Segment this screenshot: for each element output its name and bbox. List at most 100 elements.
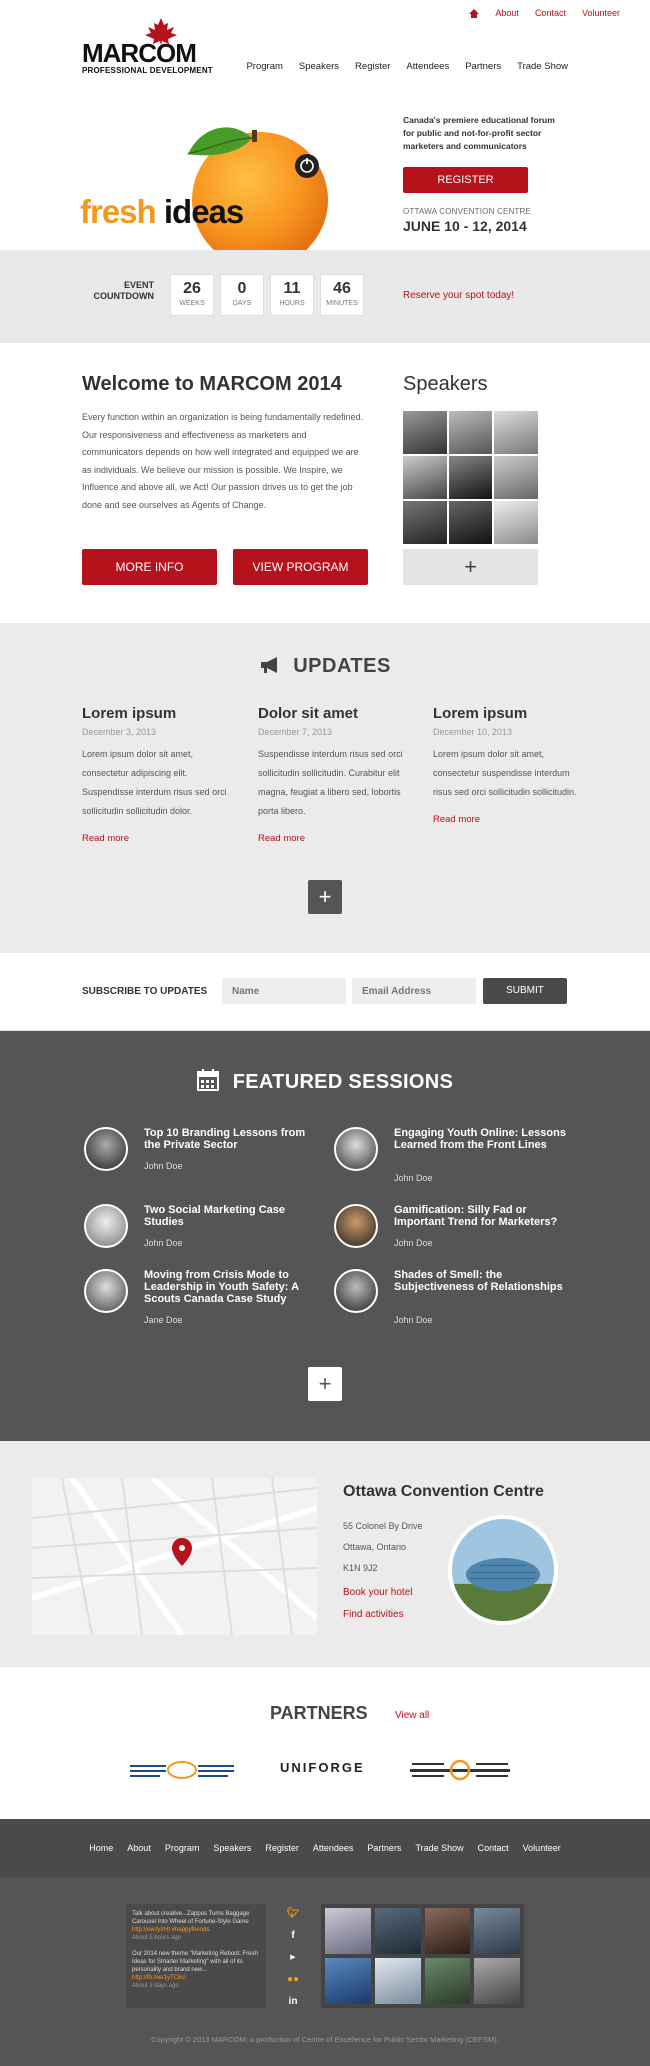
speaker-photo[interactable] [494, 456, 538, 499]
welcome-body: Every function within an organization is… [82, 412, 364, 510]
update-item: Lorem ipsum December 3, 2013 Lorem ipsum… [82, 705, 232, 844]
gallery-photo[interactable] [325, 1908, 371, 1954]
tweet-link[interactable]: http://fb.me/1yTC6sl [132, 1974, 260, 1982]
megaphone-icon [261, 657, 278, 673]
view-all-partners-link[interactable]: View all [395, 1710, 429, 1721]
session-title[interactable]: Top 10 Branding Lessons from the Private… [144, 1127, 324, 1151]
footer-link-program[interactable]: Program [165, 1843, 200, 1853]
featured-title: FEATURED SESSIONS [232, 1071, 454, 1093]
youtube-icon[interactable]: ▶ [286, 1951, 300, 1965]
submit-button[interactable]: SUBMIT [483, 978, 567, 1004]
address-line: 55 Colonel By Drive [343, 1521, 423, 1531]
speaker-photo[interactable] [494, 411, 538, 454]
hero-dates: JUNE 10 - 12, 2014 [403, 218, 527, 234]
view-program-button[interactable]: VIEW PROGRAM [233, 549, 368, 585]
reserve-spot-link[interactable]: Reserve your spot today! [403, 290, 514, 301]
read-more-link[interactable]: Read more [258, 833, 408, 844]
footer-link-trade-show[interactable]: Trade Show [415, 1843, 463, 1853]
tweet-text: Talk about creative...Zappos Turns Bagga… [132, 1911, 250, 1925]
session-title[interactable]: Shades of Smell: the Subjectiveness of R… [394, 1269, 574, 1293]
hero-ideas: ideas [163, 193, 244, 230]
session-speaker: John Doe [394, 1315, 433, 1325]
update-item: Lorem ipsum December 10, 2013 Lorem ipsu… [433, 705, 583, 825]
session-title[interactable]: Engaging Youth Online: Lessons Learned f… [394, 1127, 574, 1151]
register-button[interactable]: REGISTER [403, 167, 528, 193]
session-speaker: John Doe [144, 1161, 183, 1171]
countdown-boxes: 26 WEEKS 0 DAYS 11 HOURS 46 MINUTES [170, 274, 364, 316]
session-speaker: John Doe [394, 1238, 433, 1248]
speaker-photo[interactable] [494, 501, 538, 544]
footer-link-contact[interactable]: Contact [478, 1843, 509, 1853]
gallery-photo[interactable] [474, 1908, 520, 1954]
site-footer: Talk about creative...Zappos Turns Bagga… [0, 1877, 650, 2066]
countdown-unit: WEEKS [179, 300, 205, 307]
countdown-value: 0 [237, 280, 247, 297]
home-icon[interactable] [469, 8, 480, 18]
tweet-link[interactable]: http://ow.ly/rHt #happyfriends [132, 1926, 260, 1934]
footer-link-speakers[interactable]: Speakers [213, 1843, 251, 1853]
gallery-photo[interactable] [374, 1908, 421, 1954]
gallery-photo[interactable] [474, 1958, 520, 2004]
more-speakers-button[interactable]: + [403, 549, 538, 585]
footer-link-attendees[interactable]: Attendees [313, 1843, 354, 1853]
nav-speakers[interactable]: Speakers [299, 61, 339, 72]
countdown-title: EVENT COUNTDOWN [82, 280, 155, 302]
speaker-photo[interactable] [403, 501, 447, 544]
speaker-photo[interactable] [448, 501, 493, 544]
nav-attendees[interactable]: Attendees [406, 61, 449, 72]
util-link-about[interactable]: About [495, 8, 519, 18]
welcome-title: Welcome to MARCOM 2014 [82, 373, 342, 395]
venue-map[interactable] [32, 1478, 317, 1635]
email-input[interactable] [352, 978, 476, 1004]
uniforge-logo[interactable]: UNIFORGE [280, 1760, 365, 1775]
tweet-text: Our 2014 new theme "Marketing Reboot: Fr… [132, 1951, 258, 1973]
countdown-title-line1: EVENT [123, 280, 154, 290]
linkedin-icon[interactable]: in [286, 1995, 300, 2009]
footer-nav: Home About Program Speakers Register Att… [0, 1819, 650, 1877]
find-activities-link[interactable]: Find activities [343, 1609, 404, 1620]
nav-trade-show[interactable]: Trade Show [517, 61, 568, 72]
speaker-photo[interactable] [448, 411, 493, 454]
nav-register[interactable]: Register [355, 61, 390, 72]
session-speaker: John Doe [394, 1173, 433, 1183]
nav-program[interactable]: Program [246, 61, 282, 72]
gallery-photo[interactable] [374, 1958, 421, 2004]
more-info-button[interactable]: MORE INFO [82, 549, 217, 585]
communications-centre-logo[interactable] [410, 1757, 510, 1783]
subscribe-bar: SUBSCRIBE TO UPDATES SUBMIT [0, 953, 650, 1031]
updates-title: UPDATES [293, 655, 391, 677]
session-title[interactable]: Gamification: Silly Fad or Important Tre… [394, 1204, 574, 1228]
session-title[interactable]: Moving from Crisis Mode to Leadership in… [144, 1269, 324, 1305]
footer-link-register[interactable]: Register [265, 1843, 299, 1853]
speaker-photo[interactable] [403, 456, 447, 499]
cepsm-logo[interactable] [130, 1757, 235, 1783]
facebook-icon[interactable]: f [286, 1929, 300, 1943]
gallery-photo[interactable] [424, 1958, 471, 2004]
nav-partners[interactable]: Partners [465, 61, 501, 72]
session-speaker: John Doe [144, 1238, 183, 1248]
speaker-avatar [84, 1127, 128, 1171]
book-hotel-link[interactable]: Book your hotel [343, 1587, 413, 1598]
read-more-link[interactable]: Read more [433, 814, 583, 825]
footer-link-home[interactable]: Home [89, 1843, 113, 1853]
speaker-photo[interactable] [448, 456, 493, 499]
twitter-icon[interactable]: 🐦︎ [286, 1907, 300, 1921]
footer-link-about[interactable]: About [127, 1843, 151, 1853]
util-link-contact[interactable]: Contact [535, 8, 566, 18]
more-sessions-button[interactable]: + [308, 1367, 342, 1401]
footer-link-partners[interactable]: Partners [367, 1843, 401, 1853]
session-title[interactable]: Two Social Marketing Case Studies [144, 1204, 324, 1228]
speaker-photo[interactable] [403, 411, 447, 454]
name-input[interactable] [222, 978, 346, 1004]
twitter-feed: Talk about creative...Zappos Turns Bagga… [126, 1904, 266, 2008]
copyright: Copyright © 2013 MARCOM, a production of… [151, 2035, 499, 2044]
flickr-icon[interactable]: ●● [286, 1973, 300, 1987]
countdown-value: 11 [283, 280, 301, 297]
util-link-volunteer[interactable]: Volunteer [582, 8, 620, 18]
countdown-unit: HOURS [279, 300, 305, 307]
read-more-link[interactable]: Read more [82, 833, 232, 844]
gallery-photo[interactable] [325, 1958, 371, 2004]
footer-link-volunteer[interactable]: Volunteer [523, 1843, 561, 1853]
gallery-photo[interactable] [424, 1908, 471, 1954]
more-updates-button[interactable]: + [308, 880, 342, 914]
